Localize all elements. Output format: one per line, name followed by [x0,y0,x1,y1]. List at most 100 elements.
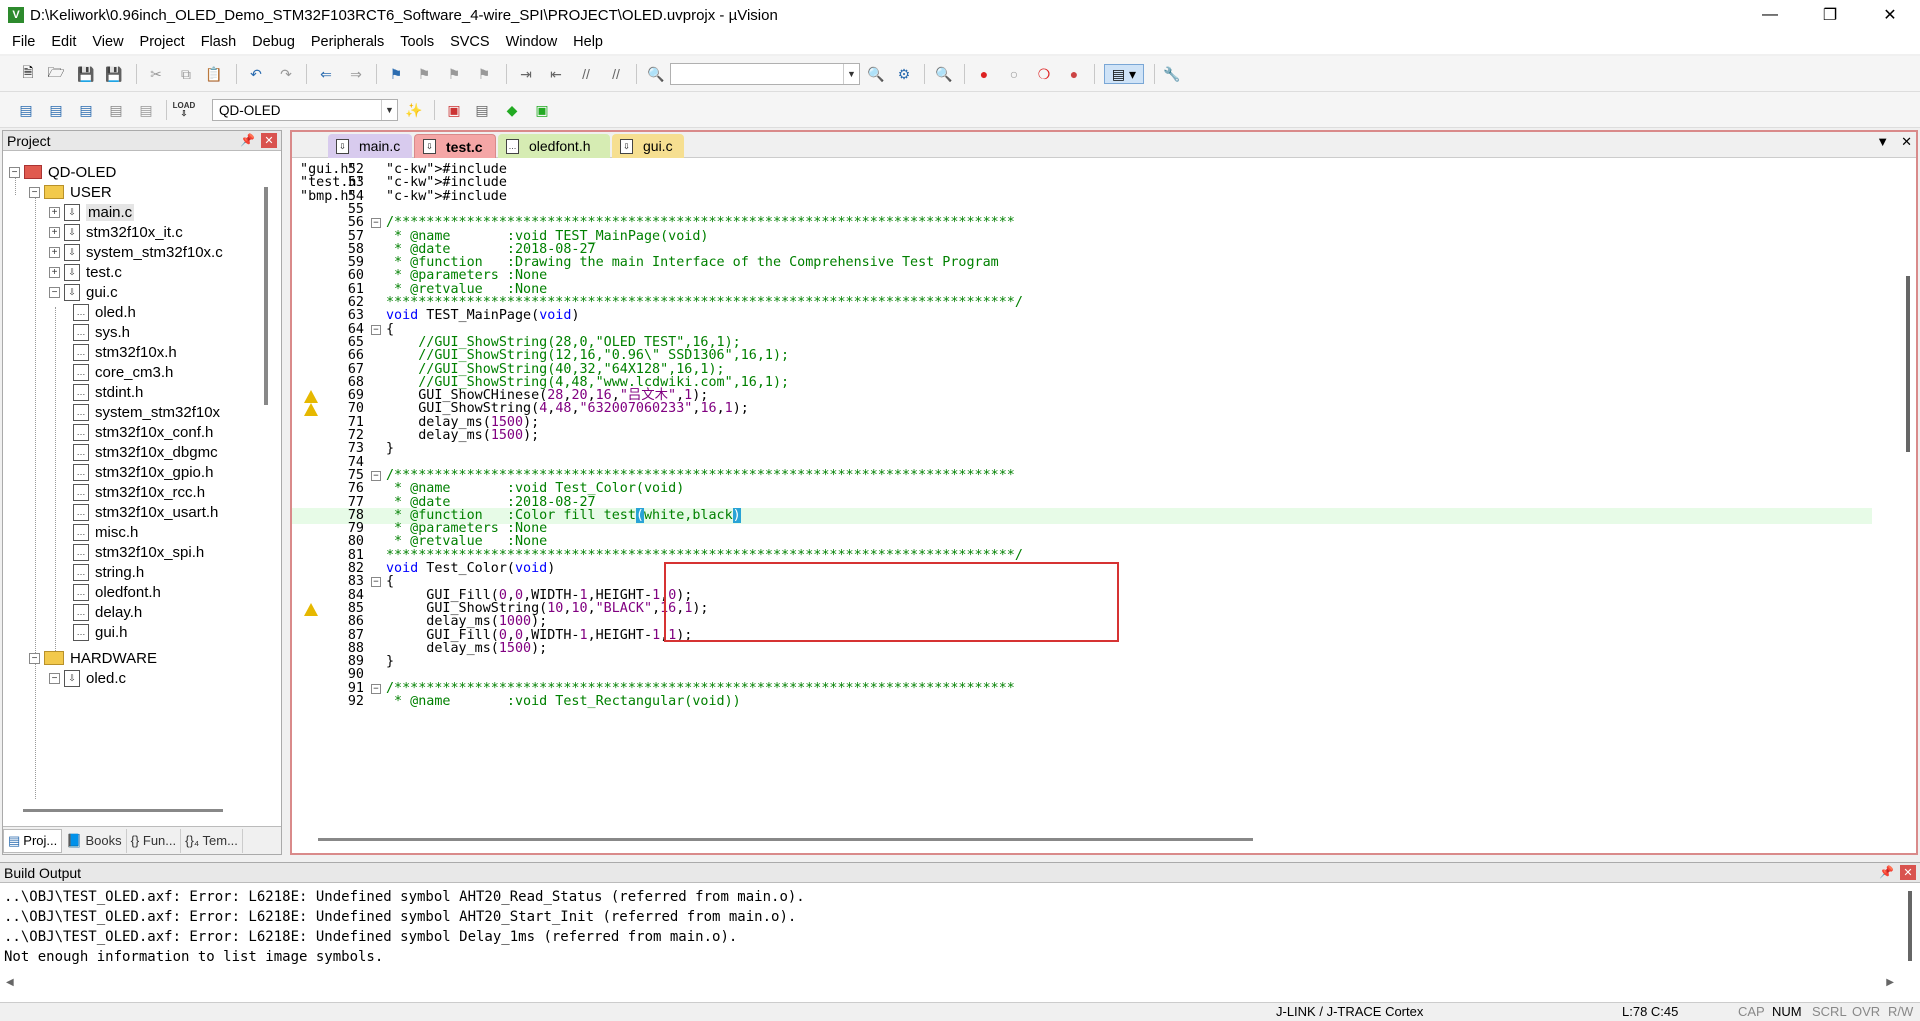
tree-header-core-cm3-h[interactable]: … core_cm3.h [73,361,173,383]
collapse-icon[interactable]: − [29,652,40,664]
tree-file-stm32f10x-it-c[interactable]: + ⇩ stm32f10x_it.c [49,221,183,243]
tree-header-misc-h[interactable]: … misc.h [73,521,138,543]
collapse-icon[interactable]: − [49,286,60,298]
manage-project-items-icon[interactable]: ▣ [444,100,464,120]
tree-header-stm32f10x-gpio-h[interactable]: … stm32f10x_gpio.h [73,461,213,483]
tree-header-oledfont-h[interactable]: … oledfont.h [73,581,161,603]
project-horizontal-scrollbar[interactable] [23,809,223,812]
new-file-icon[interactable]: 🗎 [18,64,38,84]
menu-edit[interactable]: Edit [43,34,84,50]
rebuild-icon[interactable]: ▤ [76,100,96,120]
fold-icon[interactable]: − [371,324,381,335]
find-combo[interactable]: ▼ [670,63,860,85]
build-output-vertical-scrollbar[interactable] [1904,887,1918,967]
expand-icon[interactable]: + [49,266,60,278]
target-options-icon[interactable]: ✨ [404,100,424,120]
start-debug-icon[interactable]: 🔍 [934,64,954,84]
prev-bookmark-icon[interactable]: ⚑ [414,64,434,84]
tree-header-system-stm32f10x[interactable]: … system_stm32f10x [73,401,220,423]
find-icon[interactable]: 🔍 [866,64,886,84]
window-layout-icon[interactable]: ▤ ▾ [1104,64,1144,84]
fold-icon[interactable]: − [371,218,381,229]
redo-icon[interactable]: ↷ [276,64,296,84]
pin-icon[interactable]: 📌 [1879,865,1894,879]
tree-file-gui-c[interactable]: − ⇩ gui.c [49,281,118,303]
navigate-forward-icon[interactable]: ⇒ [346,64,366,84]
stop-build-icon[interactable]: ▤ [136,100,156,120]
expand-icon[interactable]: + [49,206,60,218]
manage-rte-icon[interactable]: ◆ [502,100,522,120]
tree-header-stm32f10x-spi-h[interactable]: … stm32f10x_spi.h [73,541,204,563]
tree-folder-hardware[interactable]: − HARDWARE [29,647,157,669]
menu-file[interactable]: File [4,34,43,50]
build-output-line[interactable]: ..\OBJ\TEST_OLED.axf: Error: L6218E: Und… [4,907,796,927]
tree-header-stm32f10x-rcc-h[interactable]: … stm32f10x_rcc.h [73,481,205,503]
save-all-icon[interactable]: 💾 [104,64,124,84]
menu-tools[interactable]: Tools [392,34,442,50]
tab-project[interactable]: ▤ Proj... [3,828,63,853]
target-select[interactable]: QD-OLED ▼ [212,99,398,121]
close-button[interactable]: ✕ [1860,0,1920,30]
insert-breakpoint-icon[interactable]: ● [974,64,994,84]
next-bookmark-icon[interactable]: ⚑ [444,64,464,84]
build-output-horizontal-scrollbar[interactable]: ◀ ▶ [0,977,1900,991]
build-icon[interactable]: ▤ [46,100,66,120]
copy-icon[interactable]: ⧉ [176,64,196,84]
menu-peripherals[interactable]: Peripherals [303,34,392,50]
tree-header-stm32f10x-dbgmcu[interactable]: … stm32f10x_dbgmc [73,441,218,463]
translate-icon[interactable]: ▤ [16,100,36,120]
build-output-line[interactable]: ..\OBJ\TEST_OLED.axf: Error: L6218E: Und… [4,887,805,907]
close-editor-icon[interactable]: ✕ [1901,134,1912,150]
menu-view[interactable]: View [84,34,131,50]
tree-target-qd-oled[interactable]: − QD-OLED [9,161,116,183]
tree-header-stm32f10x-conf-h[interactable]: … stm32f10x_conf.h [73,421,213,443]
collapse-icon[interactable]: − [49,672,60,684]
tree-header-stm32f10x-h[interactable]: … stm32f10x.h [73,341,177,363]
clear-bookmarks-icon[interactable]: ⚑ [474,64,494,84]
open-file-icon[interactable]: 🗁 [46,64,66,84]
tab-functions[interactable]: {} Fun... [127,828,182,853]
tab-templates[interactable]: {}₄ Tem... [181,828,243,853]
tree-header-stm32f10x-usart-h[interactable]: … stm32f10x_usart.h [73,501,218,523]
editor-vertical-scrollbar[interactable] [1902,160,1916,830]
menu-window[interactable]: Window [498,34,566,50]
code-area[interactable]: 52 "c-kw">#include "gui.h" 53 "c-kw">#inclu… [292,162,1872,828]
collapse-icon[interactable]: − [9,166,20,178]
find-in-files-icon[interactable]: 🔍 [646,64,666,84]
close-pane-icon[interactable]: ✕ [1900,865,1916,880]
tree-header-stdint-h[interactable]: … stdint.h [73,381,143,403]
tree-header-string-h[interactable]: … string.h [73,561,144,583]
kill-breakpoints-icon[interactable]: ● [1064,64,1084,84]
close-pane-icon[interactable]: ✕ [261,133,277,148]
incremental-find-icon[interactable]: ⚙ [894,64,914,84]
menu-svcs[interactable]: SVCS [442,34,498,50]
enable-breakpoint-icon[interactable]: ○ [1004,64,1024,84]
fold-icon[interactable]: − [371,577,381,588]
select-packs-icon[interactable]: ▤ [472,100,492,120]
configure-icon[interactable]: 🔧 [1162,64,1182,84]
comment-icon[interactable]: // [576,64,596,84]
disable-breakpoints-icon[interactable]: ❍ [1034,64,1054,84]
editor-horizontal-scrollbar[interactable] [318,833,1898,847]
tree-header-gui-h[interactable]: … gui.h [73,621,128,643]
fold-icon[interactable]: − [371,470,381,481]
indent-icon[interactable]: ⇥ [516,64,536,84]
tree-file-test-c[interactable]: + ⇩ test.c [49,261,122,283]
menu-debug[interactable]: Debug [244,34,303,50]
pack-installer-icon[interactable]: ▣ [532,100,552,120]
build-output-line[interactable]: ..\OBJ\TEST_OLED.axf: Error: L6218E: Und… [4,927,737,947]
expand-icon[interactable]: + [49,246,60,258]
menu-help[interactable]: Help [565,34,611,50]
restore-button[interactable]: ❐ [1800,0,1860,30]
tree-header-delay-h[interactable]: … delay.h [73,601,142,623]
tab-books[interactable]: 📘 Books [62,828,127,853]
build-output-line[interactable]: Not enough information to list image sym… [4,947,383,967]
tree-file-oled-c[interactable]: − ⇩ oled.c [49,667,126,689]
editor-tab-oledfont-h[interactable]: … oledfont.h [498,134,610,158]
pin-icon[interactable]: 📌 [240,133,255,147]
editor-tab-gui-c[interactable]: ⇩ gui.c [612,134,684,158]
menu-project[interactable]: Project [132,34,193,50]
code-line[interactable]: 92 * @name :void Test_Rectangular(void)) [292,694,1872,710]
undo-icon[interactable]: ↶ [246,64,266,84]
fold-icon[interactable]: − [371,683,381,694]
